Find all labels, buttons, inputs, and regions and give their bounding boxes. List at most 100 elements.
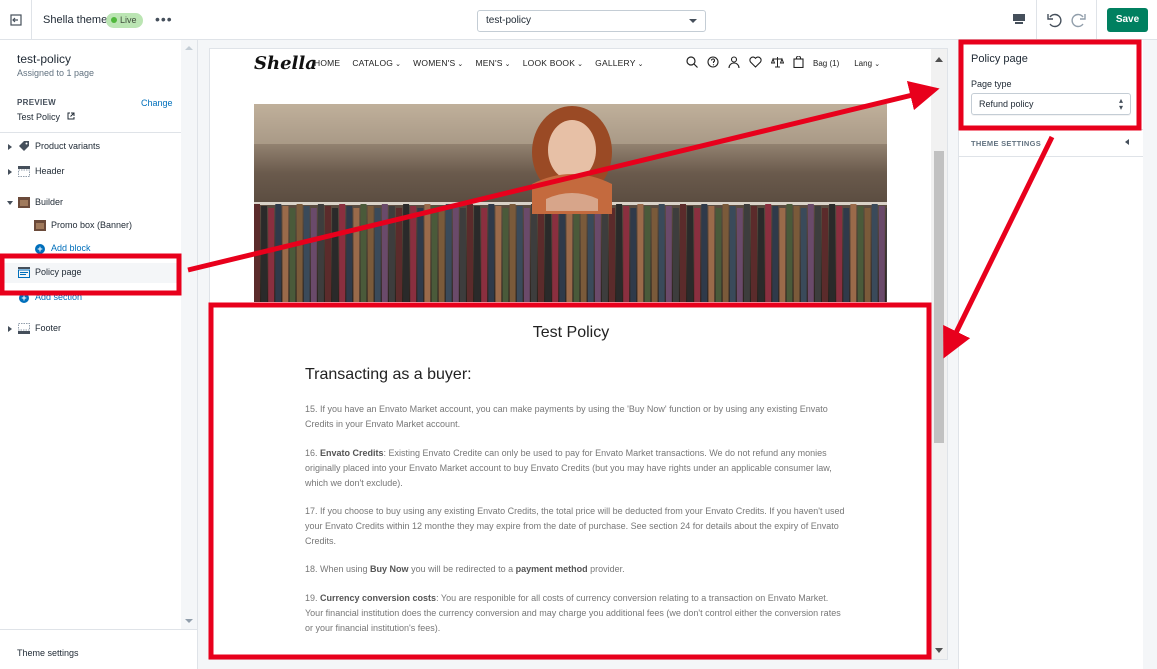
chevron-left-icon[interactable]: [1125, 139, 1129, 145]
block-label: Promo box (Banner): [51, 220, 133, 230]
paragraph-text: provider.: [587, 564, 625, 574]
paragraph-bold: Envato Credits: [320, 448, 384, 458]
theme-settings-link[interactable]: Theme settings: [17, 648, 79, 658]
add-section-label: Add section: [35, 292, 83, 302]
template-assignment: Assigned to 1 page: [17, 68, 95, 78]
save-button[interactable]: Save: [1107, 8, 1148, 32]
header-layout-icon: [18, 166, 30, 177]
chevron-down-icon: ⌄: [577, 61, 584, 68]
nav-item[interactable]: MEN'S ⌄: [475, 58, 510, 68]
bag-icon[interactable]: [793, 55, 804, 71]
chevron-right-icon[interactable]: [8, 144, 12, 150]
chevron-right-icon[interactable]: [8, 169, 12, 175]
paragraph-text: 18. When using: [305, 564, 371, 574]
footer-layout-icon: [18, 323, 30, 334]
desktop-icon[interactable]: [1012, 13, 1026, 28]
scroll-up-icon[interactable]: [935, 57, 943, 62]
heart-icon[interactable]: [749, 56, 762, 71]
policy-paragraph: 18. When using Buy Now you will be redir…: [305, 562, 845, 577]
tag-icon: [18, 141, 30, 152]
add-section-button[interactable]: + Add section: [0, 288, 181, 308]
policy-paragraph: 17. If you choose to buy using any exist…: [305, 504, 845, 549]
chevron-down-icon: ⌄: [637, 61, 644, 68]
chevron-down-icon: ⌄: [504, 61, 511, 68]
more-actions-button[interactable]: •••: [155, 11, 173, 27]
section-product-variants[interactable]: Product variants: [0, 137, 181, 157]
redo-icon[interactable]: [1071, 12, 1087, 31]
policy-paragraph: 19. Currency conversion costs: You are r…: [305, 591, 845, 636]
section-label: Policy page: [35, 267, 82, 277]
nav-item[interactable]: LOOK BOOK ⌄: [523, 58, 583, 68]
select-arrows-icon: ▴ ▾: [1118, 96, 1123, 112]
help-icon[interactable]: [707, 56, 719, 71]
page-type-value: Refund policy: [979, 99, 1034, 109]
bag-count[interactable]: Bag (1): [813, 59, 839, 68]
chevron-down-icon: ⌄: [874, 61, 881, 68]
clothing-rack-photo: [254, 104, 887, 302]
nav-item-label: GALLERY: [595, 58, 636, 68]
store-logo[interactable]: Shella: [254, 53, 317, 74]
policy-paragraph: 15. If you have an Envato Market account…: [305, 402, 845, 432]
scroll-down-icon[interactable]: [185, 619, 193, 623]
section-footer[interactable]: Footer: [0, 319, 181, 339]
preview-heading: PREVIEW: [17, 98, 56, 107]
compare-icon[interactable]: [770, 56, 785, 71]
paragraph-text: : Existing Envato Credite can only be us…: [305, 448, 832, 488]
storefront-preview: Shella HOME CATALOG ⌄ WOMEN'S ⌄ MEN'S ⌄ LOOK BO…: [209, 48, 948, 660]
section-builder[interactable]: Builder: [0, 193, 181, 213]
nav-item[interactable]: WOMEN'S ⌄: [413, 58, 463, 68]
panel-scrollbar[interactable]: [1143, 40, 1157, 669]
divider: [959, 129, 1143, 130]
section-policy-page[interactable]: Policy page: [0, 263, 181, 283]
undo-icon[interactable]: [1046, 12, 1062, 31]
chevron-down-icon: ⌄: [457, 61, 464, 68]
block-promo-box[interactable]: Promo box (Banner): [0, 216, 181, 236]
add-block-button[interactable]: + Add block: [0, 239, 181, 259]
chevron-down-icon: [689, 19, 697, 23]
nav-item-label: CATALOG: [352, 58, 394, 68]
nav-item[interactable]: GALLERY ⌄: [595, 58, 644, 68]
search-icon[interactable]: [686, 56, 698, 71]
preview-page-link[interactable]: Test Policy: [17, 112, 75, 122]
store-navigation: Shella HOME CATALOG ⌄ WOMEN'S ⌄ MEN'S ⌄ LOOK BO…: [210, 49, 932, 79]
language-selector[interactable]: Lang ⌄: [854, 59, 880, 68]
panel-title: Policy page: [971, 53, 1028, 65]
chevron-right-icon[interactable]: [8, 326, 12, 332]
change-preview-link[interactable]: Change: [141, 98, 173, 108]
nav-item[interactable]: CATALOG ⌄: [352, 58, 401, 68]
language-label: Lang: [854, 59, 873, 68]
account-icon[interactable]: [728, 56, 740, 71]
preview-scrollbar[interactable]: [931, 49, 947, 659]
chevron-down-icon: ⌄: [395, 61, 402, 68]
nav-icons: Bag (1) Lang ⌄: [686, 55, 880, 71]
section-label: Footer: [35, 323, 62, 333]
chevron-down-icon[interactable]: [7, 201, 13, 205]
section-label: Builder: [35, 197, 64, 207]
scroll-down-icon[interactable]: [935, 648, 943, 653]
scrollbar-thumb[interactable]: [934, 151, 944, 443]
theme-name: Shella theme: [43, 14, 108, 26]
plus-circle-icon: +: [19, 293, 29, 303]
section-header[interactable]: Header: [0, 162, 181, 182]
sections-sidebar: test-policy Assigned to 1 page PREVIEW C…: [0, 40, 198, 669]
paragraph-bold: payment method: [515, 564, 588, 574]
exit-icon[interactable]: [0, 0, 32, 40]
page-type-select[interactable]: Refund policy ▴ ▾: [971, 93, 1131, 115]
top-bar: Shella theme Live ••• test-policy Save: [0, 0, 1157, 40]
template-title: test-policy: [17, 52, 72, 66]
template-select-value: test-policy: [486, 15, 532, 26]
sidebar-scrollbar[interactable]: [181, 40, 197, 629]
nav-menu: HOME CATALOG ⌄ WOMEN'S ⌄ MEN'S ⌄ LOOK BOOK ⌄ GALL…: [314, 58, 644, 68]
page-title: Test Policy: [532, 324, 610, 341]
theme-settings-heading[interactable]: THEME SETTINGS: [971, 139, 1041, 148]
nav-item[interactable]: HOME: [314, 58, 340, 68]
paragraph-text: 16.: [305, 448, 321, 458]
paragraph-text: 15. If you have an Envato Market account…: [305, 404, 828, 429]
scroll-up-icon[interactable]: [185, 46, 193, 50]
template-select[interactable]: test-policy: [477, 10, 706, 32]
image-thumbnail-icon: [34, 220, 46, 231]
section-label: Header: [35, 166, 65, 176]
image-thumbnail-icon: [18, 197, 30, 208]
nav-item-label: MEN'S: [475, 58, 503, 68]
plus-circle-icon: +: [35, 244, 45, 254]
